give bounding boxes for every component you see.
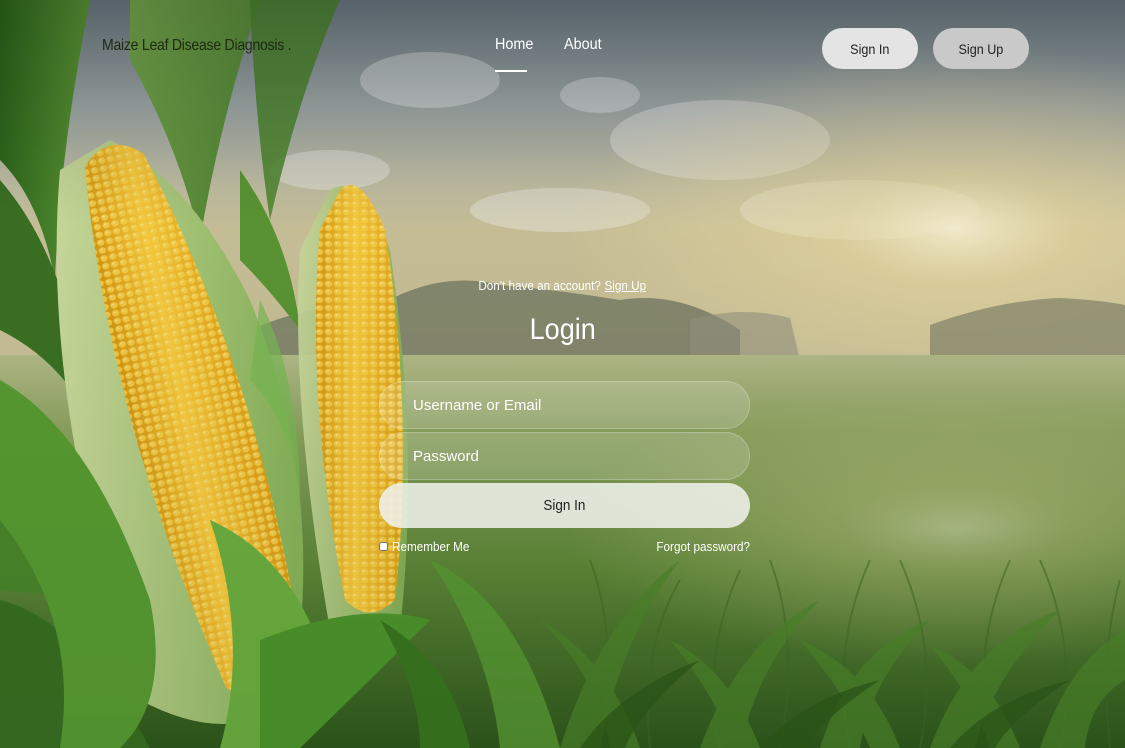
password-input[interactable] [379, 432, 750, 480]
login-title-text: Login [529, 313, 596, 346]
remember-me-label: Remember Me [392, 539, 470, 554]
forgot-password-label: Forgot password? [656, 539, 750, 554]
sign-in-submit-button[interactable]: Sign In [379, 483, 750, 528]
header-sign-in-button[interactable]: Sign In [822, 28, 918, 69]
login-title: Login [0, 313, 1125, 347]
header-sign-up-label: Sign Up [958, 40, 1004, 57]
signup-prompt-text: Don't have an account? [478, 278, 602, 293]
nav-link-about[interactable]: About [564, 36, 602, 54]
signup-link[interactable]: Sign Up [605, 278, 647, 293]
header-sign-in-label: Sign In [850, 40, 890, 57]
sign-in-submit-label: Sign In [543, 497, 586, 514]
background-image [0, 0, 1125, 748]
active-nav-indicator [495, 70, 527, 72]
remember-me-checkbox[interactable] [379, 542, 388, 551]
nav-link-home[interactable]: Home [495, 36, 533, 54]
signup-prompt: Don't have an account? Sign Up [0, 278, 1125, 293]
forgot-password-link[interactable]: Forgot password? [640, 539, 750, 554]
username-input[interactable] [379, 381, 750, 429]
remember-me: Remember Me [379, 539, 478, 554]
header-sign-up-button[interactable]: Sign Up [933, 28, 1029, 69]
brand-logo-text: Maize Leaf Disease Diagnosis . [102, 37, 292, 54]
